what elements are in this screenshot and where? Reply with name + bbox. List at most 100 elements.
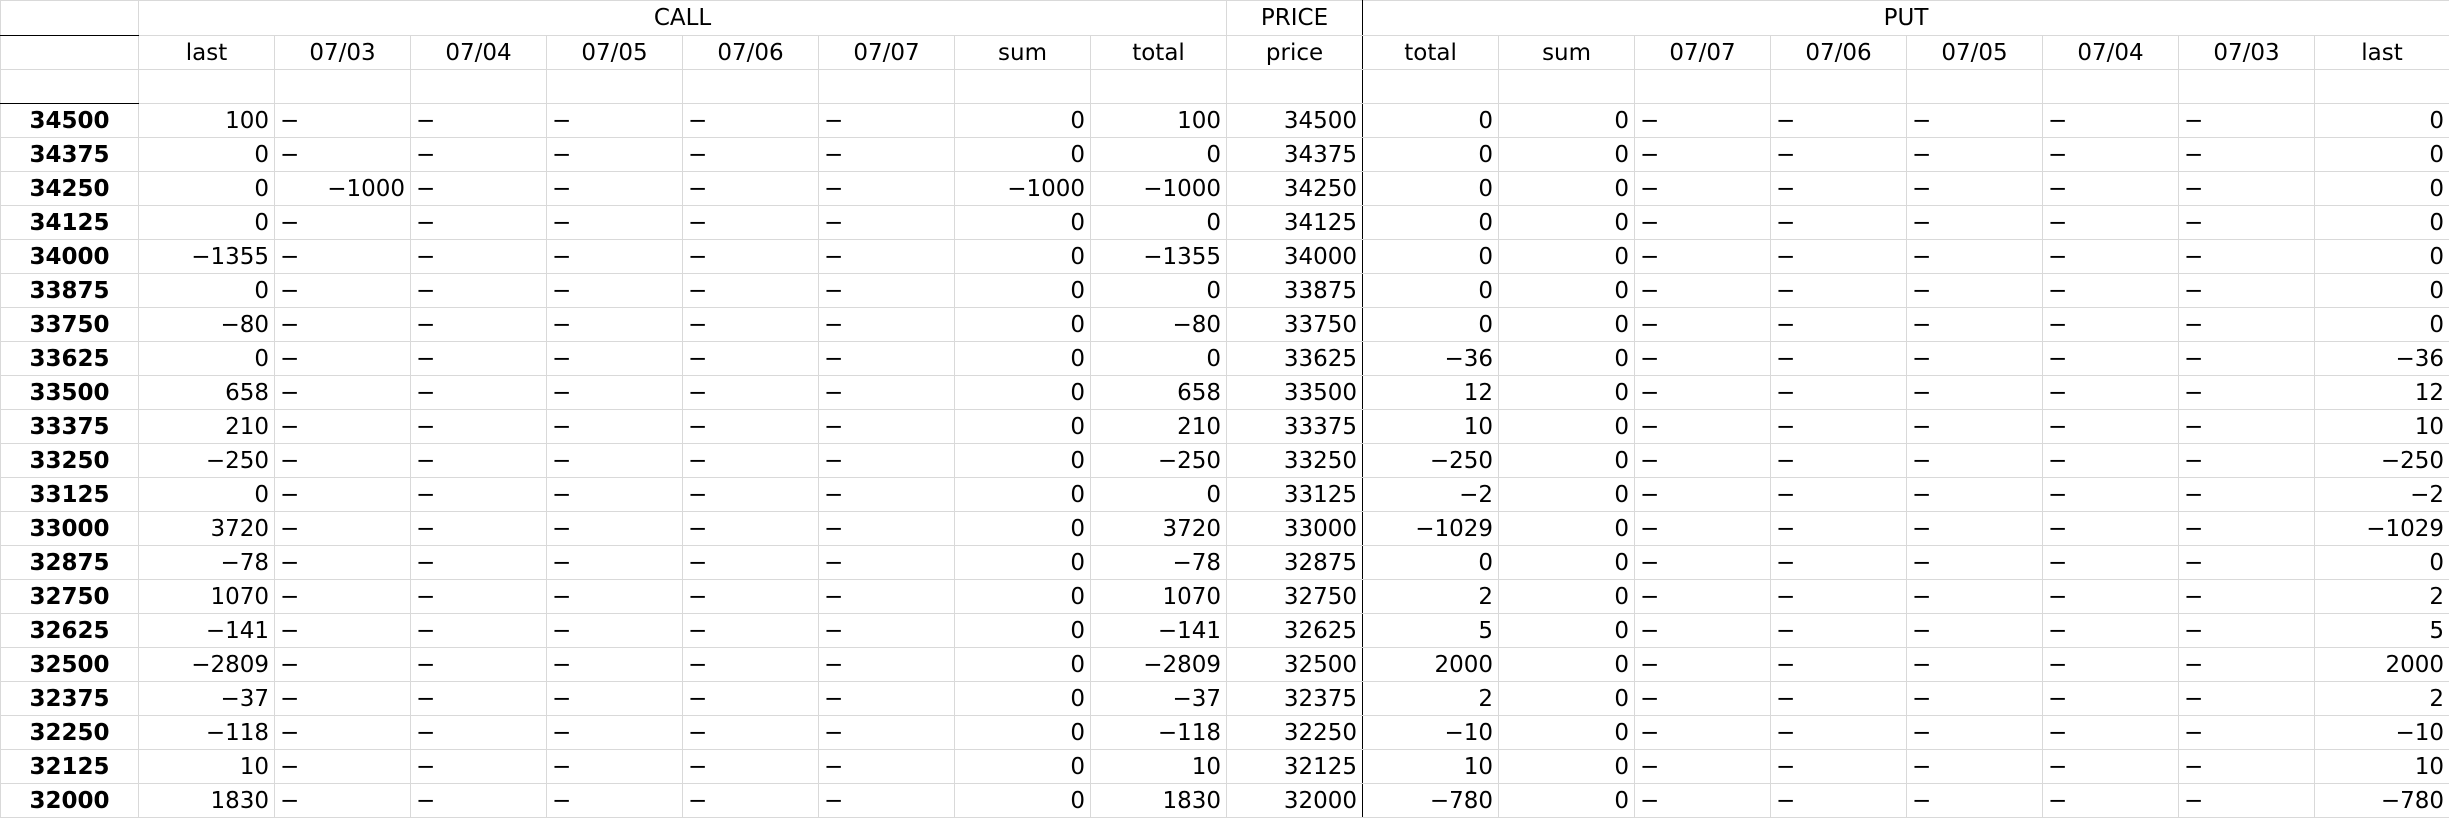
data-cell[interactable]: 33125 xyxy=(1227,478,1363,512)
data-cell[interactable]: − xyxy=(2179,308,2315,342)
data-cell[interactable]: − xyxy=(1907,478,2043,512)
row-label-cell[interactable]: 32000 xyxy=(1,784,139,818)
data-cell[interactable]: − xyxy=(819,240,955,274)
data-cell[interactable]: − xyxy=(1635,546,1771,580)
data-cell[interactable]: − xyxy=(2043,716,2179,750)
data-cell[interactable]: − xyxy=(819,546,955,580)
data-cell[interactable]: − xyxy=(411,444,547,478)
data-cell[interactable]: − xyxy=(683,410,819,444)
data-cell[interactable]: 0 xyxy=(1363,308,1499,342)
data-cell[interactable]: − xyxy=(547,172,683,206)
column-header[interactable]: price xyxy=(1227,36,1363,70)
row-label-cell[interactable]: 32875 xyxy=(1,546,139,580)
data-cell[interactable]: 0 xyxy=(1091,274,1227,308)
data-cell[interactable]: − xyxy=(683,104,819,138)
data-cell[interactable]: 658 xyxy=(1091,376,1227,410)
data-cell[interactable]: 33750 xyxy=(1227,308,1363,342)
data-cell[interactable]: − xyxy=(683,478,819,512)
column-header[interactable]: 07/04 xyxy=(411,36,547,70)
data-cell[interactable]: − xyxy=(1635,682,1771,716)
data-cell[interactable]: − xyxy=(275,274,411,308)
data-cell[interactable]: 0 xyxy=(1499,274,1635,308)
data-cell[interactable]: − xyxy=(2179,274,2315,308)
column-header[interactable]: 07/06 xyxy=(1771,36,1907,70)
data-cell[interactable]: 0 xyxy=(1363,274,1499,308)
data-cell[interactable]: − xyxy=(1907,682,2043,716)
data-cell[interactable]: 0 xyxy=(955,750,1091,784)
data-cell[interactable]: 0 xyxy=(2315,546,2449,580)
data-cell[interactable]: − xyxy=(1635,512,1771,546)
data-cell[interactable]: − xyxy=(819,342,955,376)
data-cell[interactable]: − xyxy=(1907,648,2043,682)
data-cell[interactable]: − xyxy=(1907,444,2043,478)
data-cell[interactable]: −78 xyxy=(139,546,275,580)
data-cell[interactable]: − xyxy=(411,750,547,784)
data-cell[interactable]: − xyxy=(819,750,955,784)
row-label-cell[interactable]: 33000 xyxy=(1,512,139,546)
data-cell[interactable]: 32000 xyxy=(1227,784,1363,818)
data-cell[interactable]: 0 xyxy=(1499,648,1635,682)
data-cell[interactable]: 0 xyxy=(955,308,1091,342)
data-cell[interactable]: − xyxy=(683,274,819,308)
data-cell[interactable]: − xyxy=(1771,614,1907,648)
data-cell[interactable]: − xyxy=(411,410,547,444)
data-cell[interactable]: − xyxy=(1907,104,2043,138)
data-cell[interactable]: −36 xyxy=(2315,342,2449,376)
row-header-blank[interactable] xyxy=(1,36,139,70)
data-cell[interactable]: − xyxy=(819,376,955,410)
data-cell[interactable]: − xyxy=(1907,750,2043,784)
data-cell[interactable]: − xyxy=(411,308,547,342)
data-cell[interactable]: 0 xyxy=(955,444,1091,478)
data-cell[interactable]: − xyxy=(2043,512,2179,546)
data-cell[interactable]: −250 xyxy=(1363,444,1499,478)
data-cell[interactable]: 2 xyxy=(1363,682,1499,716)
data-cell[interactable]: − xyxy=(547,274,683,308)
data-cell[interactable]: − xyxy=(2179,614,2315,648)
corner-cell[interactable] xyxy=(1,1,139,36)
data-cell[interactable]: − xyxy=(275,342,411,376)
data-cell[interactable]: − xyxy=(2043,138,2179,172)
data-cell[interactable]: − xyxy=(1771,206,1907,240)
empty-cell[interactable] xyxy=(2043,70,2179,104)
data-cell[interactable]: 0 xyxy=(139,138,275,172)
data-cell[interactable]: − xyxy=(819,274,955,308)
row-label-cell[interactable]: 33875 xyxy=(1,274,139,308)
data-cell[interactable]: − xyxy=(411,512,547,546)
data-cell[interactable]: − xyxy=(1907,308,2043,342)
data-cell[interactable]: − xyxy=(2043,580,2179,614)
data-cell[interactable]: − xyxy=(275,750,411,784)
data-cell[interactable]: − xyxy=(1771,172,1907,206)
data-cell[interactable]: − xyxy=(819,784,955,818)
data-cell[interactable]: 0 xyxy=(139,342,275,376)
data-cell[interactable]: 0 xyxy=(1363,138,1499,172)
data-cell[interactable]: − xyxy=(2179,512,2315,546)
data-cell[interactable]: − xyxy=(683,682,819,716)
data-cell[interactable]: − xyxy=(1635,784,1771,818)
data-cell[interactable]: − xyxy=(1771,716,1907,750)
data-cell[interactable]: −1000 xyxy=(955,172,1091,206)
data-cell[interactable]: − xyxy=(547,614,683,648)
data-cell[interactable]: − xyxy=(1635,716,1771,750)
data-cell[interactable]: − xyxy=(1771,138,1907,172)
data-cell[interactable]: − xyxy=(2179,240,2315,274)
data-cell[interactable]: − xyxy=(275,376,411,410)
column-header[interactable]: 07/03 xyxy=(2179,36,2315,70)
data-cell[interactable]: − xyxy=(683,512,819,546)
data-cell[interactable]: 33375 xyxy=(1227,410,1363,444)
data-cell[interactable]: −2809 xyxy=(139,648,275,682)
data-cell[interactable]: − xyxy=(1635,580,1771,614)
data-cell[interactable]: −2 xyxy=(1363,478,1499,512)
data-cell[interactable]: −780 xyxy=(2315,784,2449,818)
data-cell[interactable]: 10 xyxy=(1363,410,1499,444)
data-cell[interactable]: −118 xyxy=(1091,716,1227,750)
data-cell[interactable]: − xyxy=(1771,444,1907,478)
data-cell[interactable]: − xyxy=(1907,546,2043,580)
data-cell[interactable]: − xyxy=(683,308,819,342)
column-header[interactable]: 07/03 xyxy=(275,36,411,70)
data-cell[interactable]: −141 xyxy=(1091,614,1227,648)
data-cell[interactable]: 1070 xyxy=(139,580,275,614)
data-cell[interactable]: 34375 xyxy=(1227,138,1363,172)
data-cell[interactable]: −37 xyxy=(1091,682,1227,716)
data-cell[interactable]: − xyxy=(2043,308,2179,342)
data-cell[interactable]: − xyxy=(411,682,547,716)
